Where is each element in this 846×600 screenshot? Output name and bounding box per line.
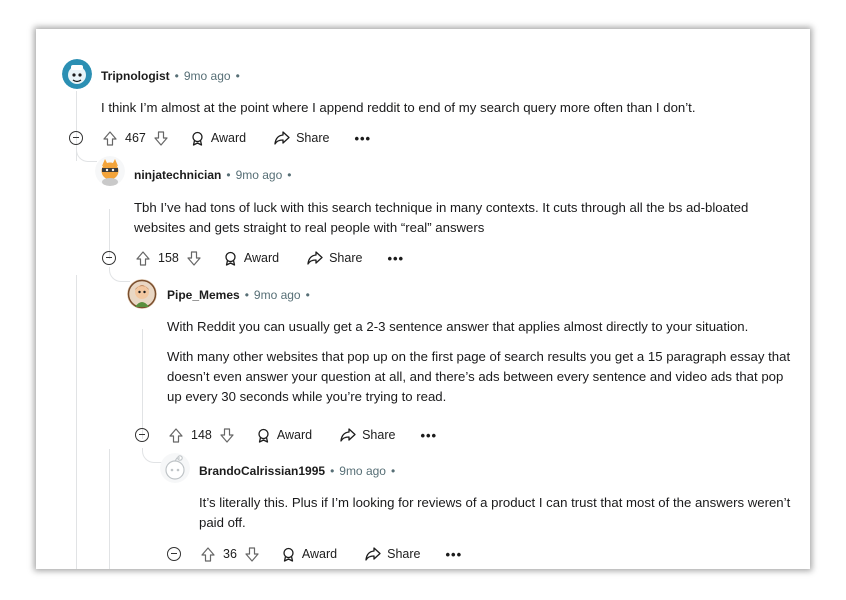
thread-line[interactable] [76, 275, 77, 569]
comment-paragraph: I think I’m almost at the point where I … [101, 100, 696, 115]
award-label: Award [243, 251, 280, 265]
separator-dot: • [305, 288, 310, 302]
collapse-icon[interactable] [135, 428, 149, 442]
vote-group: 36 [201, 546, 259, 562]
more-options-icon: ••• [387, 250, 405, 266]
award-button[interactable]: Award [256, 428, 312, 443]
share-label: Share [329, 251, 363, 265]
separator-dot: • [390, 464, 396, 478]
downvote-icon[interactable] [220, 427, 234, 443]
upvote-icon[interactable] [103, 130, 117, 146]
comment-paragraph: With many other websites that pop up on … [167, 349, 791, 404]
comment-body: It’s literally this. Plus if I’m looking… [199, 493, 799, 533]
comment-actions: 148 Award Share ••• [135, 424, 437, 446]
more-options-button[interactable]: ••• [445, 547, 462, 562]
user-avatar[interactable] [127, 279, 157, 309]
username[interactable]: ninjatechnician [134, 168, 221, 182]
award-label: Award [301, 547, 338, 561]
timestamp[interactable]: 9mo ago [184, 69, 231, 83]
thread-connector [109, 267, 130, 282]
vote-group: 467 [103, 130, 168, 146]
comment-body: I think I’m almost at the point where I … [101, 98, 791, 118]
award-button[interactable]: Award [223, 251, 279, 266]
timestamp[interactable]: 9mo ago [236, 168, 283, 182]
username[interactable]: Tripnologist [101, 69, 170, 83]
award-icon [258, 428, 269, 443]
separator-dot: • [235, 69, 240, 83]
share-button[interactable]: Share [340, 428, 395, 442]
vote-group: 148 [169, 427, 234, 443]
comment-paragraph: It’s literally this. Plus if I’m looking… [199, 495, 791, 530]
award-button[interactable]: Award [190, 131, 246, 146]
comment-actions: 467 Award Share ••• [69, 127, 371, 149]
award-label: Award [276, 428, 313, 442]
thread-line[interactable] [142, 329, 143, 439]
separator-dot: • [244, 288, 249, 302]
thread-connector [142, 448, 163, 463]
award-label: Award [210, 131, 247, 145]
share-icon [307, 251, 323, 265]
comment-actions: 36 Award Share ••• [167, 543, 462, 565]
award-icon [225, 251, 236, 266]
comment-actions: 158 Award Share ••• [102, 247, 404, 269]
share-icon [274, 131, 290, 145]
vote-count: 148 [191, 428, 212, 442]
share-button[interactable]: Share [365, 547, 420, 561]
upvote-icon[interactable] [201, 546, 215, 562]
downvote-icon[interactable] [245, 546, 259, 562]
thread-connector [76, 147, 97, 162]
downvote-icon[interactable] [154, 130, 168, 146]
share-button[interactable]: Share [307, 251, 362, 265]
upvote-icon[interactable] [136, 250, 150, 266]
collapse-icon[interactable] [102, 251, 116, 265]
comment-meta: Pipe_Memes • 9mo ago • [167, 285, 315, 305]
user-avatar[interactable] [95, 156, 125, 186]
vote-count: 36 [223, 547, 237, 561]
timestamp[interactable]: 9mo ago [254, 288, 301, 302]
upvote-icon[interactable] [169, 427, 183, 443]
award-button[interactable]: Award [281, 547, 337, 562]
more-options-button[interactable]: ••• [387, 251, 404, 266]
comment-thread: Tripnologist • 9mo ago • I think I’m alm… [36, 29, 810, 569]
comment-meta: Tripnologist • 9mo ago • [101, 66, 245, 86]
separator-dot: • [226, 168, 231, 182]
share-label: Share [362, 428, 396, 442]
separator-dot: • [174, 69, 179, 83]
collapse-icon[interactable] [69, 131, 83, 145]
vote-count: 467 [125, 131, 146, 145]
more-options-icon: ••• [354, 130, 372, 146]
username[interactable]: Pipe_Memes [167, 288, 240, 302]
separator-dot: • [287, 168, 292, 182]
award-icon [192, 131, 203, 146]
share-button[interactable]: Share [274, 131, 329, 145]
share-label: Share [296, 131, 330, 145]
comment-meta: BrandoCalrissian1995 • 9mo ago • [199, 461, 400, 481]
separator-dot: • [330, 464, 335, 478]
award-icon [283, 547, 294, 562]
more-options-icon: ••• [445, 546, 463, 562]
thread-line[interactable] [109, 449, 110, 569]
share-icon [365, 547, 381, 561]
comment-paragraph: With Reddit you can usually get a 2-3 se… [167, 319, 749, 334]
more-options-button[interactable]: ••• [354, 131, 371, 146]
user-avatar[interactable] [62, 59, 92, 89]
comment-paragraph: Tbh I’ve had tons of luck with this sear… [134, 200, 749, 235]
user-avatar[interactable] [160, 453, 190, 483]
comment-body: Tbh I’ve had tons of luck with this sear… [134, 198, 774, 238]
share-label: Share [387, 547, 421, 561]
more-options-button[interactable]: ••• [420, 428, 437, 443]
vote-group: 158 [136, 250, 201, 266]
timestamp[interactable]: 9mo ago [339, 464, 386, 478]
collapse-icon[interactable] [167, 547, 181, 561]
downvote-icon[interactable] [187, 250, 201, 266]
vote-count: 158 [158, 251, 179, 265]
more-options-icon: ••• [420, 427, 438, 443]
comment-meta: ninjatechnician • 9mo ago • [134, 165, 296, 185]
share-icon [340, 428, 356, 442]
username[interactable]: BrandoCalrissian1995 [199, 464, 325, 478]
comment-body: With Reddit you can usually get a 2-3 se… [167, 317, 797, 407]
